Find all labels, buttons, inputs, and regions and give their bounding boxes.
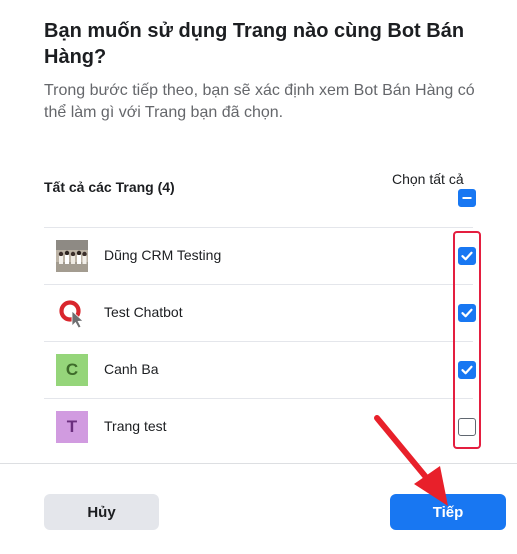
page-row-dung-crm-testing[interactable]: Dũng CRM Testing (44, 228, 474, 285)
select-all-checkbox[interactable] (458, 189, 476, 207)
minus-icon (462, 197, 472, 199)
chatbot-logo-icon (56, 297, 88, 329)
page-name: Dũng CRM Testing (104, 247, 222, 263)
annotation-arrow-icon (374, 415, 448, 506)
page-name: Trang test (104, 418, 167, 434)
page-avatar-letter: T (56, 411, 88, 443)
dialog-title: Bạn muốn sử dụng Trang nào cùng Bot Bán … (44, 20, 465, 68)
page-name: Canh Ba (104, 361, 159, 377)
page-row-test-chatbot[interactable]: Test Chatbot (44, 285, 474, 342)
page-avatar-letter: C (56, 354, 88, 386)
all-pages-label: Tất cả các Trang (4) (44, 179, 175, 195)
select-all-label: Chọn tất cả (392, 171, 464, 187)
group-photo-image (56, 240, 88, 272)
page-name: Test Chatbot (104, 304, 183, 320)
page-row-canh-ba[interactable]: C Canh Ba (44, 342, 474, 399)
dialog-subtitle: Trong bước tiếp theo, bạn sẽ xác định xe… (44, 82, 475, 121)
cancel-button[interactable]: Hủy (44, 494, 159, 530)
page-avatar-group-photo (56, 240, 88, 272)
